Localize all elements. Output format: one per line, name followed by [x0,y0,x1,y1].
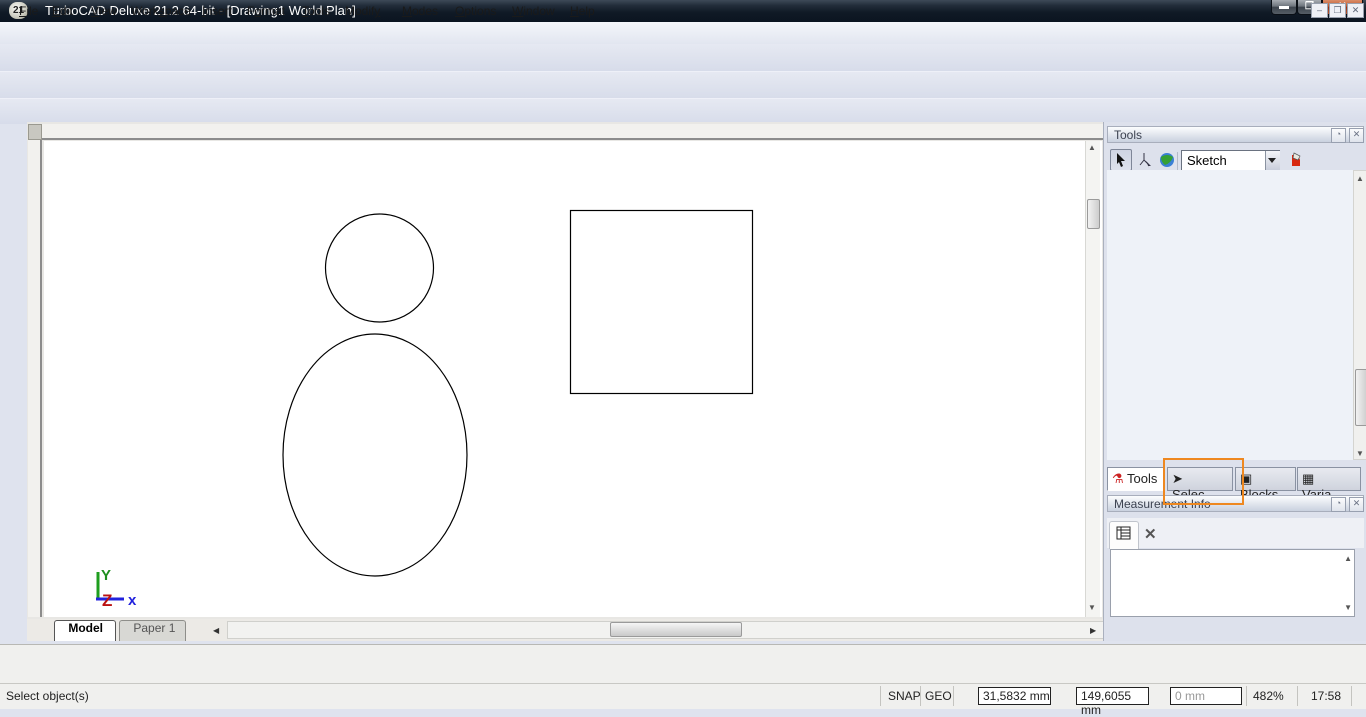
svg-text:Z: Z [102,591,112,610]
svg-text:Y: Y [101,567,111,584]
svg-text:x: x [128,592,137,609]
